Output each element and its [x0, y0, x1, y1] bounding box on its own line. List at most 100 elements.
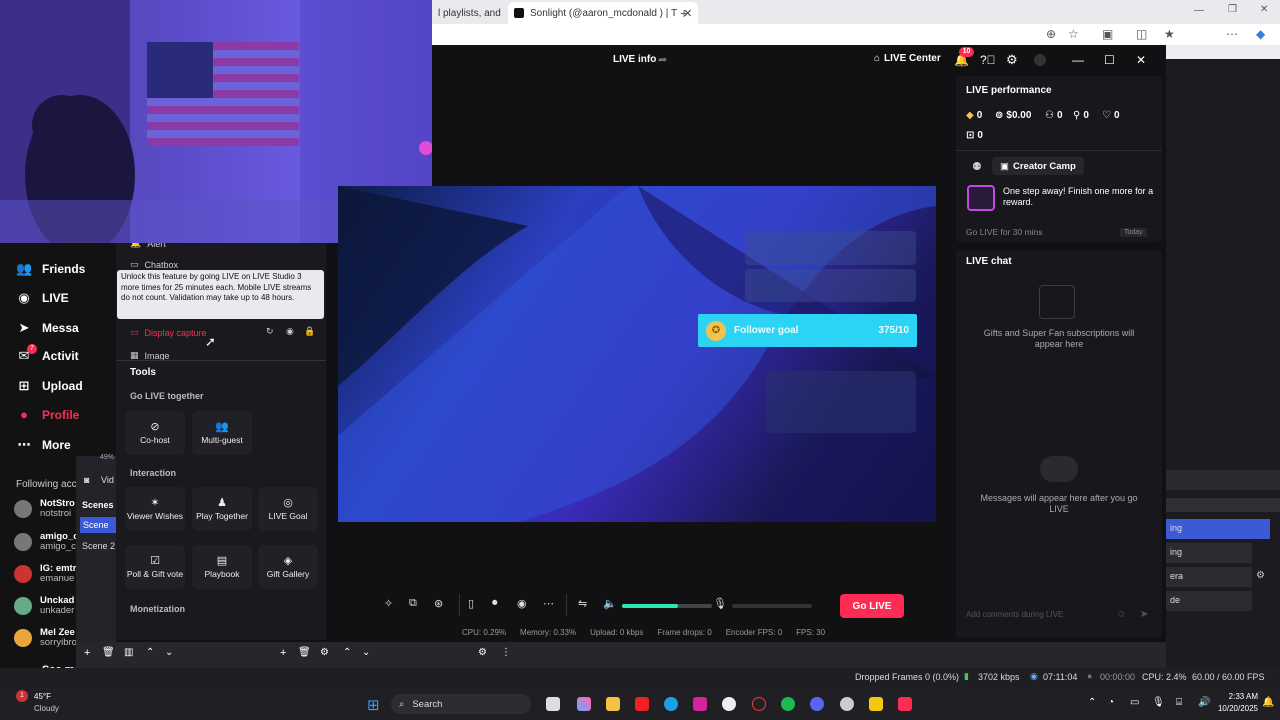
edge-icon[interactable]	[664, 697, 678, 711]
youtube-icon[interactable]	[635, 697, 649, 711]
sidebar-item-friends[interactable]: 👥 Friends	[16, 261, 85, 277]
obs-list-item[interactable]: era	[1166, 567, 1252, 587]
gear-icon[interactable]: ⚙	[320, 647, 329, 658]
sidebar-item-live[interactable]: ◉ LIVE	[16, 290, 68, 306]
add-icon[interactable]: +	[280, 647, 286, 659]
following-item[interactable]: NotStro notstroi	[14, 499, 75, 519]
cohost-button[interactable]: ⊘ Co-host	[125, 411, 185, 455]
discord-icon[interactable]	[810, 697, 824, 711]
scene-item[interactable]: Scene 2	[82, 541, 115, 551]
obs-list-item[interactable]: de	[1166, 591, 1252, 611]
minimize-icon[interactable]: —	[1194, 5, 1204, 16]
trash-icon[interactable]: 🗑	[298, 647, 311, 658]
live-info-title[interactable]: LIVE info	[613, 54, 656, 65]
mic-slider[interactable]	[732, 604, 812, 608]
network-icon[interactable]: ⌸	[1176, 697, 1182, 708]
sidebar-item-profile[interactable]: ● Profile	[16, 407, 79, 422]
close-window-icon[interactable]: ✕	[1260, 4, 1268, 15]
display-icon[interactable]: ▭	[1130, 697, 1139, 708]
chevron-up-icon[interactable]: ⌃	[1088, 697, 1096, 708]
viewer-wishes-button[interactable]: ✶ Viewer Wishes	[125, 487, 185, 531]
gear-icon[interactable]: ⚙	[1256, 570, 1265, 581]
chat-input[interactable]: Add comments during LIVE	[966, 610, 1134, 619]
send-icon[interactable]: ➤	[1140, 609, 1148, 620]
browser-tab-active[interactable]: Sonlight (@aaron_mcdonald ) | T ✕	[508, 2, 699, 24]
help-icon[interactable]: ?⃝	[980, 53, 996, 67]
zoom-icon[interactable]: ⊕	[1046, 27, 1056, 41]
microphone-icon[interactable]: 🎙	[1152, 697, 1165, 708]
copilot-icon[interactable]	[577, 697, 591, 711]
favorites-icon[interactable]: ★	[1164, 27, 1175, 41]
filter-icon[interactable]: ▥	[124, 647, 133, 658]
close-icon[interactable]: ✕	[1136, 53, 1146, 67]
maximize-icon[interactable]: ☐	[1104, 53, 1115, 67]
clock-time[interactable]: 2:33 AM	[1222, 692, 1258, 701]
playbook-button[interactable]: ▤ Playbook	[192, 545, 252, 589]
creator-camp-button[interactable]: ▣ Creator Camp	[992, 157, 1084, 175]
clock-date[interactable]: 10/20/2025	[1208, 704, 1258, 713]
copilot-icon[interactable]: ◆	[1256, 27, 1265, 41]
sidebar-item-activity[interactable]: ✉ Activit	[16, 348, 79, 364]
chevron-down-icon[interactable]: ⌄	[165, 647, 173, 658]
layout-icon[interactable]: ⧉	[409, 597, 417, 610]
trash-icon[interactable]: 🗑	[102, 647, 115, 658]
following-item[interactable]: IG: emtr emanue	[14, 564, 76, 584]
scene-item[interactable]: Scene	[80, 517, 116, 533]
settings-icon[interactable]: ⚙	[478, 647, 487, 658]
microphone-icon[interactable]: 🎙	[713, 597, 727, 610]
chevron-down-icon[interactable]: ⌄	[362, 647, 370, 658]
share-icon[interactable]: ➦	[658, 53, 667, 66]
extensions-icon[interactable]: ▣	[1102, 27, 1113, 41]
app-icon[interactable]	[752, 697, 766, 711]
chevron-up-icon[interactable]: ⌃	[343, 647, 351, 658]
obs-list-item[interactable]: ing	[1166, 543, 1252, 563]
refresh-icon[interactable]: ↻	[266, 326, 274, 337]
notifications-icon[interactable]: 🔔	[1262, 697, 1274, 708]
eye-icon[interactable]: ◉	[286, 326, 294, 337]
sidebar-item-messages[interactable]: ➤ Messa	[16, 320, 79, 336]
menu-dots-icon[interactable]: ⋯	[1226, 27, 1238, 41]
effects-icon[interactable]: ⊛	[434, 597, 443, 610]
more-vertical-icon[interactable]: ⋮	[501, 647, 511, 658]
taskbar-search[interactable]: ⌕ Search	[391, 694, 531, 714]
task-view-icon[interactable]	[546, 697, 560, 711]
app-icon[interactable]	[869, 697, 883, 711]
volume-slider[interactable]	[622, 604, 712, 608]
sidebar-item-upload[interactable]: ⊞ Upload	[16, 378, 83, 394]
more-icon[interactable]: ⋯	[543, 597, 554, 610]
speaker-icon[interactable]: 🔈	[603, 597, 617, 610]
sidebar-item-more[interactable]: ⋯ More	[16, 437, 71, 453]
chevron-up-icon[interactable]: ⌃	[146, 647, 154, 658]
follower-goal-widget[interactable]: ✪ Follower goal 375/10	[698, 314, 917, 347]
instagram-icon[interactable]	[693, 697, 707, 711]
restore-icon[interactable]: ❐	[1228, 4, 1237, 15]
multiguest-button[interactable]: 👥 Multi-guest	[192, 411, 252, 455]
minimize-icon[interactable]: —	[1072, 53, 1084, 67]
start-icon[interactable]: ⊞	[367, 696, 380, 714]
obs-icon[interactable]	[722, 697, 736, 711]
file-explorer-icon[interactable]	[606, 697, 620, 711]
capture-icon[interactable]: ◉	[517, 597, 527, 610]
mixer-icon[interactable]: ⇋	[578, 597, 587, 610]
split-icon[interactable]: ◫	[1136, 27, 1147, 41]
following-item[interactable]: Unckad unkader	[14, 596, 74, 616]
star-icon[interactable]: ☆	[1068, 27, 1079, 41]
emoji-icon[interactable]: ☺	[1116, 609, 1126, 620]
following-item[interactable]: amigo_c amigo_c	[14, 532, 79, 552]
go-live-button[interactable]: Go LIVE	[840, 594, 904, 618]
magic-wand-icon[interactable]: ✧	[384, 597, 393, 610]
wifi-icon[interactable]: ◔	[1108, 697, 1114, 708]
lock-icon[interactable]: 🔒	[304, 326, 315, 337]
avatar[interactable]	[1034, 54, 1046, 66]
play-together-button[interactable]: ♟ Play Together	[192, 487, 252, 531]
live-goal-button[interactable]: ◎ LIVE Goal	[258, 487, 318, 531]
obs-list-item[interactable]: ing	[1166, 519, 1270, 539]
portrait-icon[interactable]: ▯	[468, 597, 474, 610]
following-item[interactable]: Mel Zee sorryibro	[14, 628, 77, 648]
source-chatbox[interactable]: ▭ Chatbox	[130, 259, 178, 270]
tiktok-studio-icon[interactable]	[898, 697, 912, 711]
gear-icon[interactable]: ⚙	[1006, 52, 1018, 68]
live-center-button[interactable]: ⌂ LIVE Center	[874, 53, 941, 64]
steam-icon[interactable]	[840, 697, 854, 711]
record-icon[interactable]: ⏺	[492, 597, 498, 610]
